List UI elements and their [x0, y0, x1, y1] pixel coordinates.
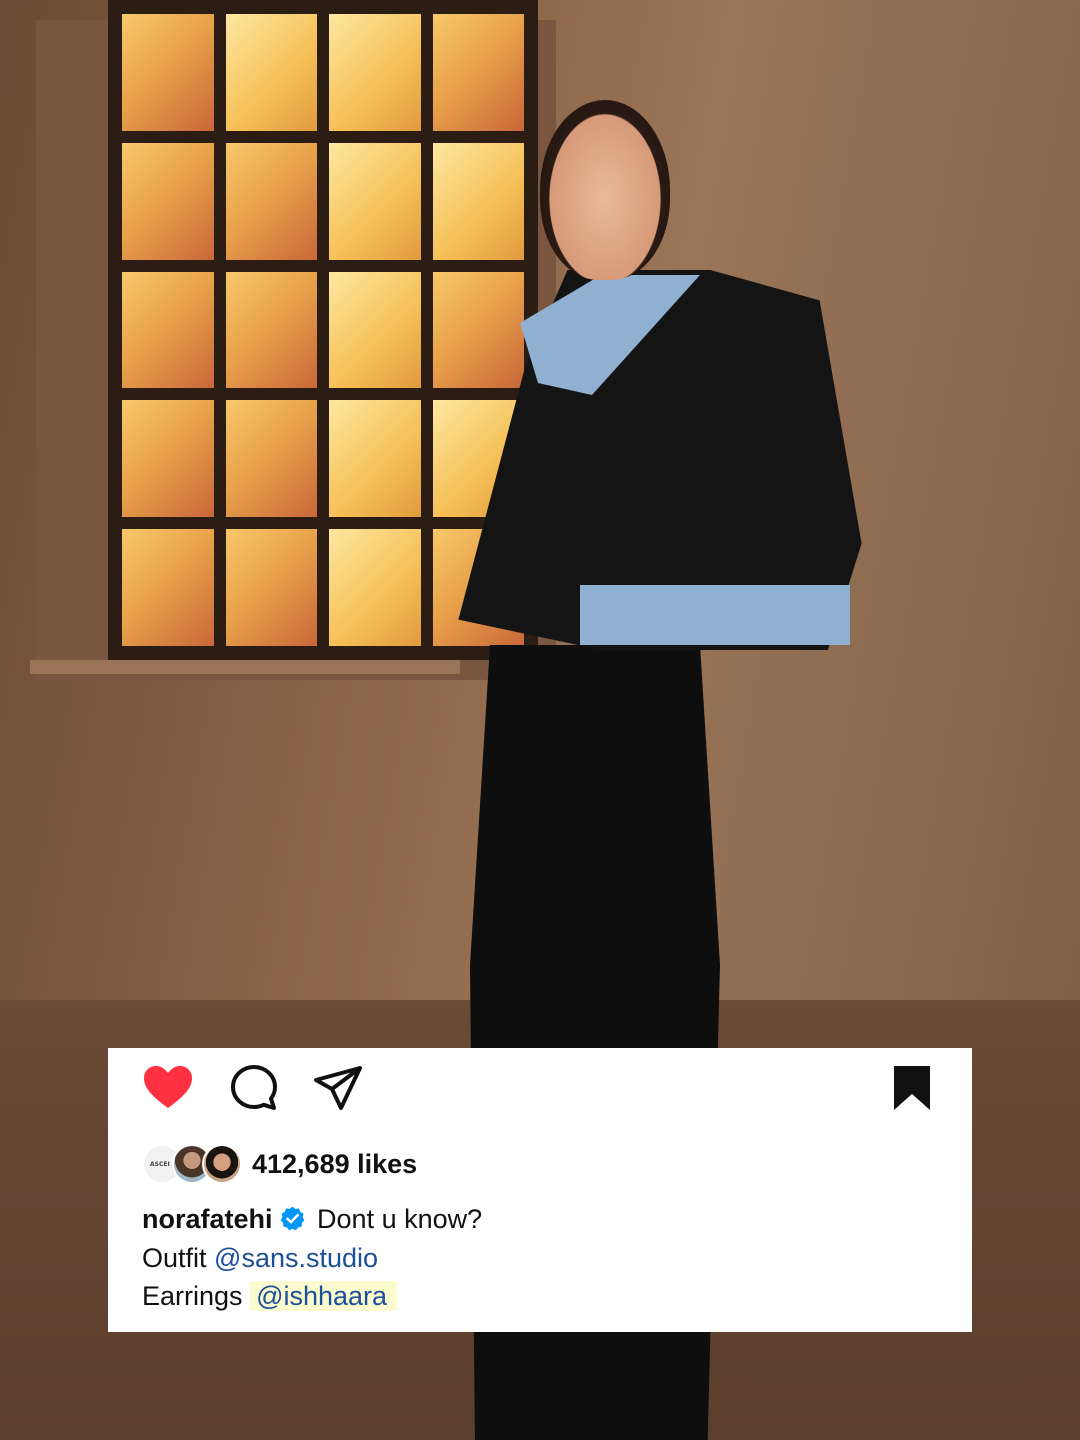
verified-badge-icon	[279, 1204, 306, 1231]
caption-line-1: norafatehi Dont u know?	[142, 1200, 482, 1239]
caption-line-3: Earrings @ishhaara	[142, 1277, 482, 1316]
avatar	[202, 1144, 242, 1184]
heart-filled-icon[interactable]	[140, 1060, 196, 1116]
liker-avatars: ASCEI	[142, 1142, 250, 1186]
caption-text: Dont u know?	[317, 1204, 483, 1234]
comment-bubble-icon[interactable]	[226, 1060, 282, 1116]
bookmark-filled-icon[interactable]	[884, 1060, 940, 1116]
caption-line-2: Outfit @sans.studio	[142, 1239, 482, 1278]
post-caption: norafatehi Dont u know? Outfit @sans.stu…	[142, 1200, 482, 1316]
action-row	[140, 1060, 940, 1120]
paper-plane-icon[interactable]	[310, 1060, 366, 1116]
mention-link[interactable]: @sans.studio	[214, 1243, 378, 1273]
caption-label: Earrings	[142, 1281, 243, 1311]
username-link[interactable]: norafatehi	[142, 1204, 273, 1234]
mention-link[interactable]: @ishhaara	[250, 1281, 398, 1311]
caption-label: Outfit	[142, 1242, 207, 1273]
likes-row[interactable]: ASCEI 412,689 likes	[142, 1142, 417, 1186]
likes-count[interactable]: 412,689 likes	[252, 1149, 417, 1180]
photo-window-sill	[30, 660, 460, 674]
post-card: ASCEI 412,689 likes norafatehi Dont u kn…	[108, 1048, 972, 1332]
